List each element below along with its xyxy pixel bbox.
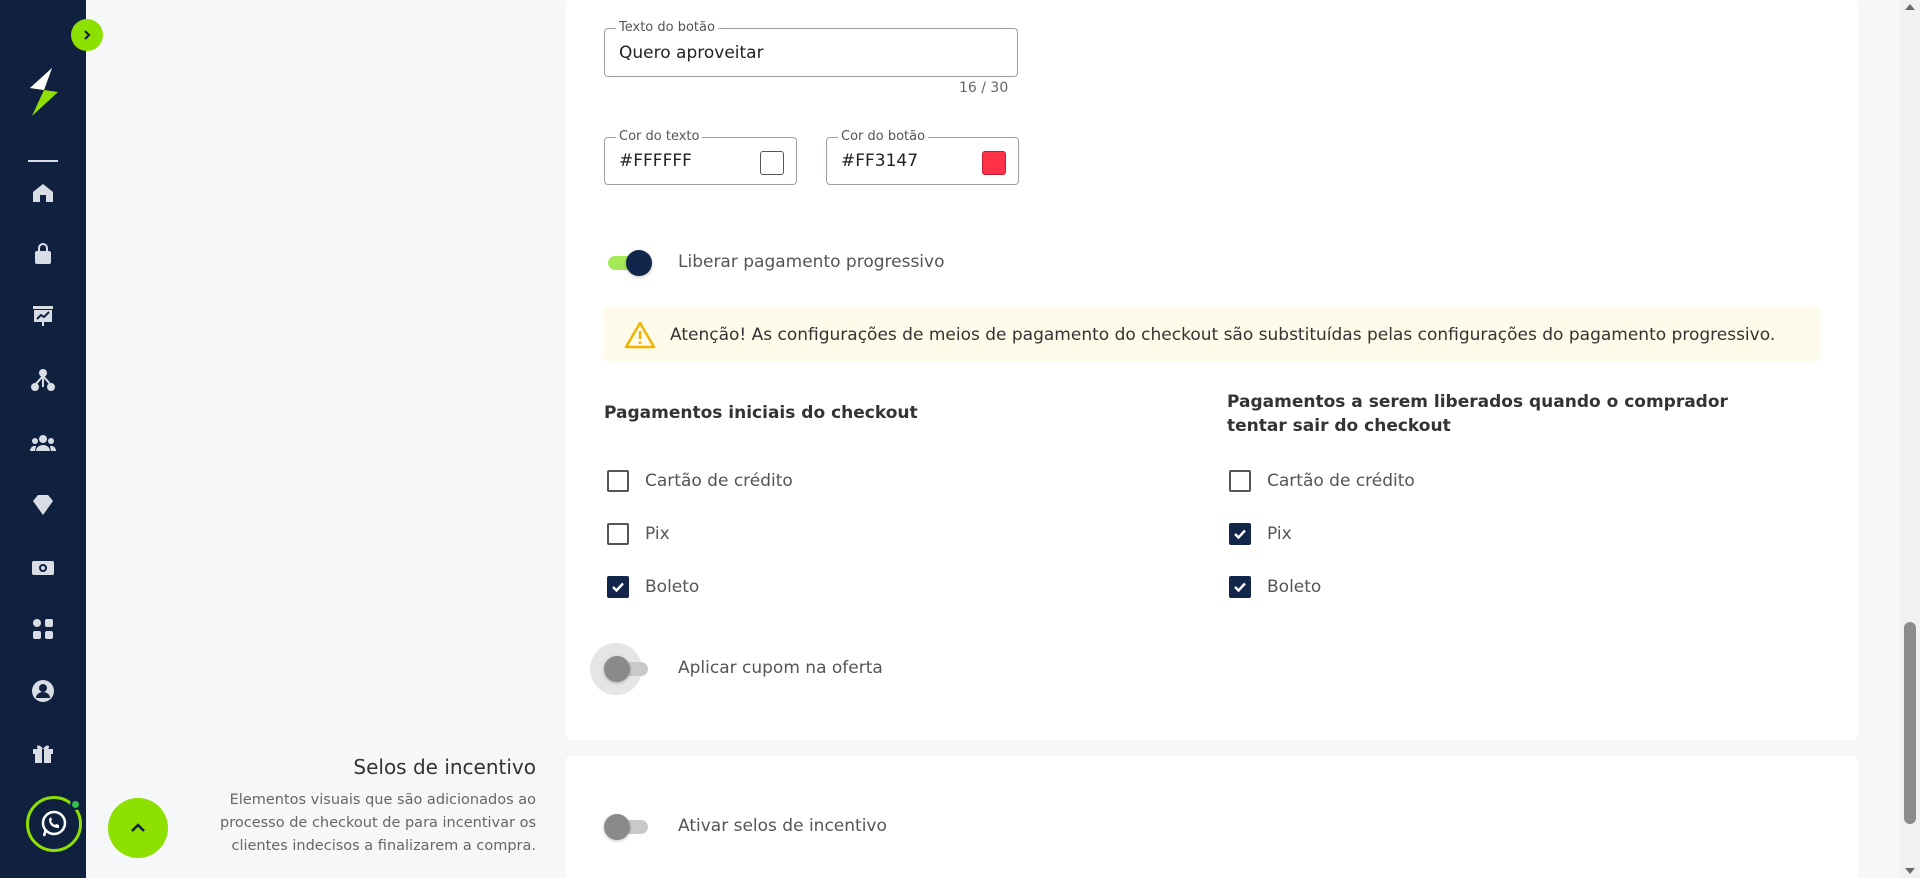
users-group-icon <box>30 435 56 451</box>
sidebar-item-apps[interactable] <box>26 612 60 646</box>
sidebar-item-finance[interactable] <box>26 551 60 585</box>
sidebar-item-premium[interactable] <box>26 488 60 522</box>
initial-payment-credit-card[interactable]: Cartão de crédito <box>607 470 793 492</box>
initial-payment-boleto[interactable]: Boleto <box>607 576 699 598</box>
scroll-down-arrow[interactable] <box>1905 868 1915 874</box>
sidebar-item-account[interactable] <box>26 674 60 708</box>
button-color-input[interactable]: #FF3147 <box>841 138 918 184</box>
coupon-label: Aplicar cupom na oferta <box>678 658 883 678</box>
incentive-seals-description: Elementos visuais que são adicionados ao… <box>220 792 536 854</box>
checkbox[interactable] <box>607 576 629 598</box>
released-payment-boleto[interactable]: Boleto <box>1229 576 1321 598</box>
progressive-payment-label: Liberar pagamento progressivo <box>678 252 945 272</box>
shopping-bag-icon <box>35 243 51 264</box>
checkbox-label: Boleto <box>1267 577 1322 597</box>
text-color-swatch[interactable] <box>760 151 784 175</box>
button-text-input[interactable]: Quero aproveitar <box>619 29 764 76</box>
chevron-right-icon <box>84 30 91 40</box>
checkbox[interactable] <box>607 523 629 545</box>
button-color-field[interactable]: Cor do botão #FF3147 <box>826 129 1019 185</box>
apps-grid-icon <box>33 619 53 639</box>
button-color-swatch[interactable] <box>982 151 1006 175</box>
whatsapp-icon <box>41 810 67 837</box>
checkbox[interactable] <box>1229 470 1251 492</box>
home-icon <box>33 184 53 202</box>
incentive-seals-toggle-label: Ativar selos de incentivo <box>678 816 887 836</box>
sidebar-item-reports[interactable] <box>26 299 60 333</box>
released-payment-pix[interactable]: Pix <box>1229 523 1292 545</box>
progressive-payment-toggle[interactable] <box>604 250 654 276</box>
checkbox[interactable] <box>1229 523 1251 545</box>
chevron-up-icon <box>131 823 145 832</box>
diamond-icon <box>33 495 53 515</box>
sidebar-expand-button[interactable] <box>71 19 103 51</box>
checkmark-icon <box>1234 529 1246 540</box>
released-payment-credit-card[interactable]: Cartão de crédito <box>1229 470 1415 492</box>
scroll-up-arrow[interactable] <box>1905 4 1915 10</box>
alert-text: Atenção! As configurações de meios de pa… <box>670 324 1776 345</box>
gift-icon <box>33 745 53 763</box>
released-payments-heading: Pagamentos a serem liberados quando o co… <box>1227 392 1728 436</box>
button-text-field[interactable]: Texto do botão Quero aproveitar <box>604 20 1018 77</box>
money-icon <box>32 561 54 575</box>
sidebar <box>0 0 86 878</box>
sidebar-item-affiliates[interactable] <box>26 363 60 397</box>
sidebar-item-rewards[interactable] <box>26 736 60 770</box>
scrollbar-thumb[interactable] <box>1904 622 1916 824</box>
brand-logo[interactable] <box>22 66 64 118</box>
whatsapp-button[interactable] <box>26 796 82 852</box>
checkbox-label: Pix <box>645 524 670 544</box>
page-scrollbar[interactable] <box>1900 0 1920 878</box>
checkbox[interactable] <box>607 470 629 492</box>
coupon-toggle[interactable] <box>604 656 654 682</box>
affiliates-network-icon <box>31 369 55 391</box>
online-status-dot <box>70 799 81 810</box>
checkbox-label: Boleto <box>645 577 700 597</box>
checkmark-icon <box>612 582 624 593</box>
sidebar-item-home[interactable] <box>26 176 60 210</box>
initial-payments-heading: Pagamentos iniciais do checkout <box>604 403 918 423</box>
checkbox[interactable] <box>1229 576 1251 598</box>
text-color-field[interactable]: Cor do texto #FFFFFF <box>604 129 797 185</box>
checkbox-label: Pix <box>1267 524 1292 544</box>
warning-icon <box>624 321 656 348</box>
offer-settings-card <box>566 0 1858 740</box>
text-color-input[interactable]: #FFFFFF <box>619 138 692 184</box>
checkmark-icon <box>1234 582 1246 593</box>
initial-payment-pix[interactable]: Pix <box>607 523 670 545</box>
user-account-icon <box>32 680 54 702</box>
sidebar-item-members[interactable] <box>26 426 60 460</box>
checkbox-label: Cartão de crédito <box>1267 471 1415 491</box>
incentive-seals-toggle[interactable] <box>604 814 654 840</box>
sidebar-divider <box>28 160 58 162</box>
button-text-counter: 16 / 30 <box>959 80 1009 96</box>
progressive-payment-alert: Atenção! As configurações de meios de pa… <box>604 307 1820 362</box>
presentation-chart-icon <box>33 306 53 326</box>
sidebar-item-products[interactable] <box>26 237 60 271</box>
scroll-to-top-button[interactable] <box>108 798 168 858</box>
checkbox-label: Cartão de crédito <box>645 471 793 491</box>
incentive-seals-title: Selos de incentivo <box>353 755 536 779</box>
